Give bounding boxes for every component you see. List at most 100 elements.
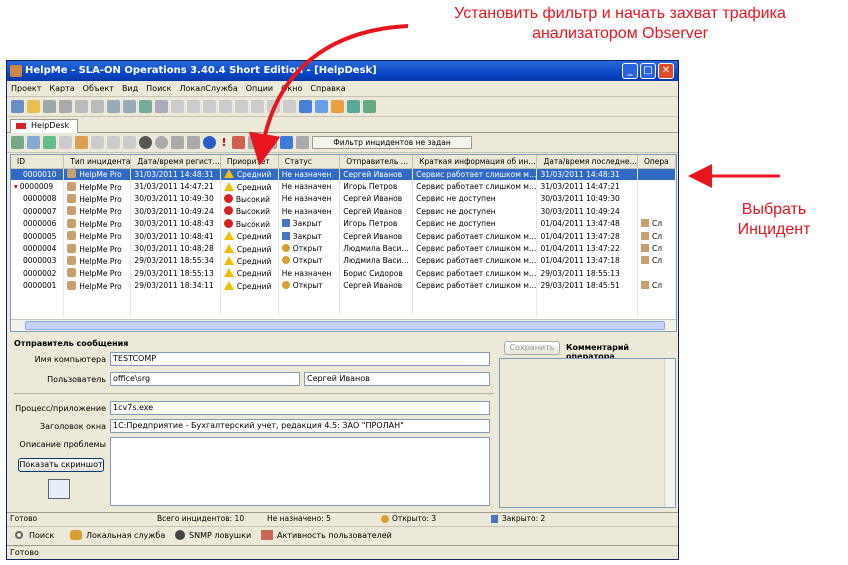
- report-icon[interactable]: [187, 136, 200, 149]
- align2-icon[interactable]: [187, 100, 200, 113]
- column-header[interactable]: ID: [11, 155, 65, 169]
- tools-icon[interactable]: [232, 136, 245, 149]
- layout-icon[interactable]: [203, 100, 216, 113]
- paste-icon[interactable]: [91, 100, 104, 113]
- nav-search[interactable]: Поиск: [29, 527, 54, 544]
- comment-field[interactable]: [499, 358, 676, 508]
- comment-scrollbar[interactable]: [664, 359, 675, 507]
- globe-icon[interactable]: [347, 100, 360, 113]
- column-header[interactable]: Дата/время регист…: [130, 155, 221, 169]
- table-row[interactable]: 0000005 HelpMe Pro 30/03/2011 10:48:41 Сред…: [11, 229, 676, 243]
- maximize-button[interactable]: □: [640, 63, 656, 79]
- column-header[interactable]: Статус: [278, 155, 341, 169]
- monitor-icon[interactable]: [363, 100, 376, 113]
- tools3-icon[interactable]: [264, 136, 277, 149]
- tab-helpdesk[interactable]: HelpDesk: [10, 119, 79, 133]
- up-icon[interactable]: [123, 100, 136, 113]
- refresh-list-icon[interactable]: [43, 136, 56, 149]
- cell-priority: Средний: [220, 242, 279, 255]
- nav-activity[interactable]: Активность пользователей: [277, 527, 392, 544]
- chart-icon[interactable]: [331, 100, 344, 113]
- snmp-icon[interactable]: [175, 530, 185, 540]
- search-nav-icon[interactable]: [15, 531, 23, 539]
- help-icon[interactable]: [11, 136, 24, 149]
- tool3-icon[interactable]: [267, 100, 280, 113]
- view2-icon[interactable]: [315, 100, 328, 113]
- nav-snmp[interactable]: SNMP ловушки: [189, 527, 251, 544]
- operator-icon: [640, 244, 649, 253]
- menu-search[interactable]: Поиск: [146, 84, 171, 93]
- problem-field[interactable]: [110, 437, 490, 506]
- column-header[interactable]: Дата/время последне…: [536, 155, 638, 169]
- table-row[interactable]: 0000001 HelpMe Pro 29/03/2011 18:34:11 Сред…: [11, 279, 676, 292]
- scroll-thumb[interactable]: [25, 321, 665, 330]
- tool2-icon[interactable]: [251, 100, 264, 113]
- nav-local-service[interactable]: Локальная служба: [86, 527, 165, 544]
- properties-icon[interactable]: [27, 136, 40, 149]
- grid-icon[interactable]: [155, 100, 168, 113]
- column-header[interactable]: Тип инцидента: [63, 155, 132, 169]
- table-row[interactable]: 0000008 HelpMe Pro 30/03/2011 10:49:30 Высо…: [11, 192, 676, 206]
- menu-localservice[interactable]: ЛокалСлужба: [180, 84, 238, 93]
- menu-map[interactable]: Карта: [49, 84, 74, 93]
- copy-icon[interactable]: [75, 100, 88, 113]
- undo-icon[interactable]: [59, 136, 72, 149]
- users-icon[interactable]: [75, 136, 88, 149]
- horizontal-scrollbar[interactable]: [11, 319, 676, 331]
- open-icon[interactable]: [27, 100, 40, 113]
- column-header[interactable]: Отправитель …: [339, 155, 414, 169]
- minimize-button[interactable]: _: [622, 63, 638, 79]
- lock-icon[interactable]: [107, 136, 120, 149]
- search-icon[interactable]: [139, 136, 152, 149]
- menu-options[interactable]: Опции: [246, 84, 273, 93]
- close-button[interactable]: ✕: [658, 63, 674, 79]
- menu-project[interactable]: Проект: [11, 84, 41, 93]
- save-icon[interactable]: [43, 100, 56, 113]
- db-icon[interactable]: [171, 136, 184, 149]
- alert-icon[interactable]: !: [219, 136, 229, 149]
- activity-icon[interactable]: [261, 530, 273, 540]
- high-priority-icon: [223, 193, 233, 203]
- new-icon[interactable]: [11, 100, 24, 113]
- show-screenshot-button[interactable]: Показать скриншот: [18, 458, 104, 472]
- tools2-icon[interactable]: [248, 136, 261, 149]
- column-header[interactable]: Краткая информация об ин…: [412, 155, 538, 169]
- operator-icon: [640, 281, 649, 290]
- table-row[interactable]: 0000006 HelpMe Pro 30/03/2011 10:48:43 Высо…: [11, 217, 676, 230]
- observer-capture-icon[interactable]: [203, 136, 216, 149]
- cell-status: Закрыт: [278, 229, 341, 243]
- column-header[interactable]: Приоритет: [220, 155, 279, 169]
- tool4-icon[interactable]: [283, 100, 296, 113]
- refresh-icon[interactable]: [139, 100, 152, 113]
- filter-icon[interactable]: [280, 136, 293, 149]
- menu-window[interactable]: Окно: [281, 84, 302, 93]
- screenshot-thumbnail-icon[interactable]: [48, 479, 70, 499]
- empty-row: [11, 291, 676, 305]
- back-icon[interactable]: [107, 100, 120, 113]
- save-comment-button[interactable]: Сохранить: [504, 341, 560, 355]
- column-header[interactable]: Опера: [637, 155, 676, 169]
- table-row[interactable]: 0000007 HelpMe Pro 30/03/2011 10:49:24 Высо…: [11, 205, 676, 218]
- clear-filter-icon[interactable]: [296, 136, 309, 149]
- layout2-icon[interactable]: [219, 100, 232, 113]
- align-icon[interactable]: [171, 100, 184, 113]
- cell-sender: Сергей Иванов: [339, 168, 414, 181]
- network-icon[interactable]: [155, 136, 168, 149]
- closed-icon: [281, 231, 290, 240]
- menu-view[interactable]: Вид: [122, 84, 138, 93]
- cell-status: Не назначен: [278, 192, 341, 206]
- view-icon[interactable]: [299, 100, 312, 113]
- move-icon[interactable]: [123, 136, 136, 149]
- local-service-icon[interactable]: [70, 530, 82, 540]
- table-row[interactable]: 0000002 HelpMe Pro 29/03/2011 18:55:13 Сред…: [11, 267, 676, 280]
- cell-date: 29/03/2011 18:55:34: [130, 254, 221, 268]
- action-icon[interactable]: [91, 136, 104, 149]
- table-row[interactable]: ▾ 0000009 HelpMe Pro 31/03/2011 14:47:21 Сре…: [11, 180, 676, 193]
- table-row[interactable]: 0000004 HelpMe Pro 30/03/2011 10:48:28 Сред…: [11, 242, 676, 255]
- menu-help[interactable]: Справка: [310, 84, 345, 93]
- cut-icon[interactable]: [59, 100, 72, 113]
- menu-object[interactable]: Объект: [83, 84, 114, 93]
- table-row[interactable]: 0000010 HelpMe Pro 31/03/2011 14:48:31 Сред…: [11, 168, 676, 181]
- tool-icon[interactable]: [235, 100, 248, 113]
- table-row[interactable]: 0000003 HelpMe Pro 29/03/2011 18:55:34 Сред…: [11, 254, 676, 268]
